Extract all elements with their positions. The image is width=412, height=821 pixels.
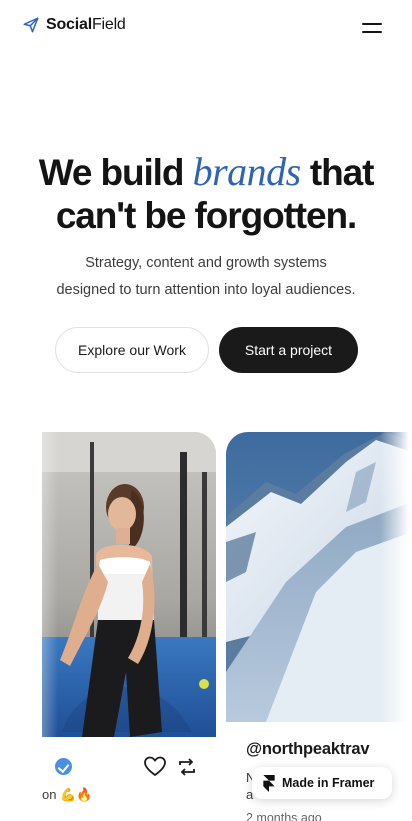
hero-title: We build brands that can't be forgotten. [38, 149, 375, 236]
explore-work-button[interactable]: Explore our Work [55, 327, 209, 373]
heart-icon[interactable] [143, 755, 167, 777]
fitness-photo [42, 432, 216, 737]
post-handle[interactable]: @northpeaktrav [246, 740, 370, 759]
post-card-mountain[interactable] [226, 432, 412, 821]
hero-subtitle: Strategy, content and growth systems des… [56, 255, 356, 298]
brand-name: SocialField [46, 16, 126, 33]
framer-logo-icon [263, 774, 275, 792]
mountain-photo [226, 432, 412, 722]
post-timestamp: 2 months ago [246, 811, 322, 821]
repost-icon[interactable] [175, 756, 199, 778]
hero-title-accent: brands [192, 149, 302, 194]
start-project-button[interactable]: Start a project [219, 327, 358, 373]
paper-plane-icon [23, 17, 39, 33]
logo[interactable]: SocialField [22, 16, 126, 34]
made-in-framer-badge[interactable]: Made in Framer [252, 767, 392, 799]
badge-label: Made in Framer [282, 776, 375, 790]
hamburger-menu-icon[interactable] [360, 19, 384, 37]
verified-icon [55, 758, 72, 775]
top-nav: SocialField [0, 0, 412, 56]
post-caption: on 💪🔥 [42, 787, 93, 802]
